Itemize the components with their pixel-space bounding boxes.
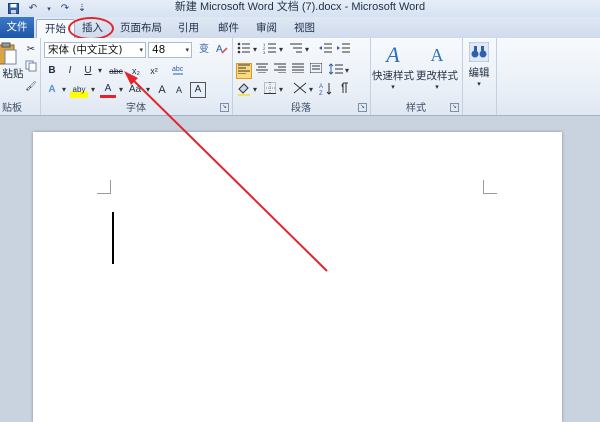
red-arrow-annotation — [124, 71, 328, 272]
